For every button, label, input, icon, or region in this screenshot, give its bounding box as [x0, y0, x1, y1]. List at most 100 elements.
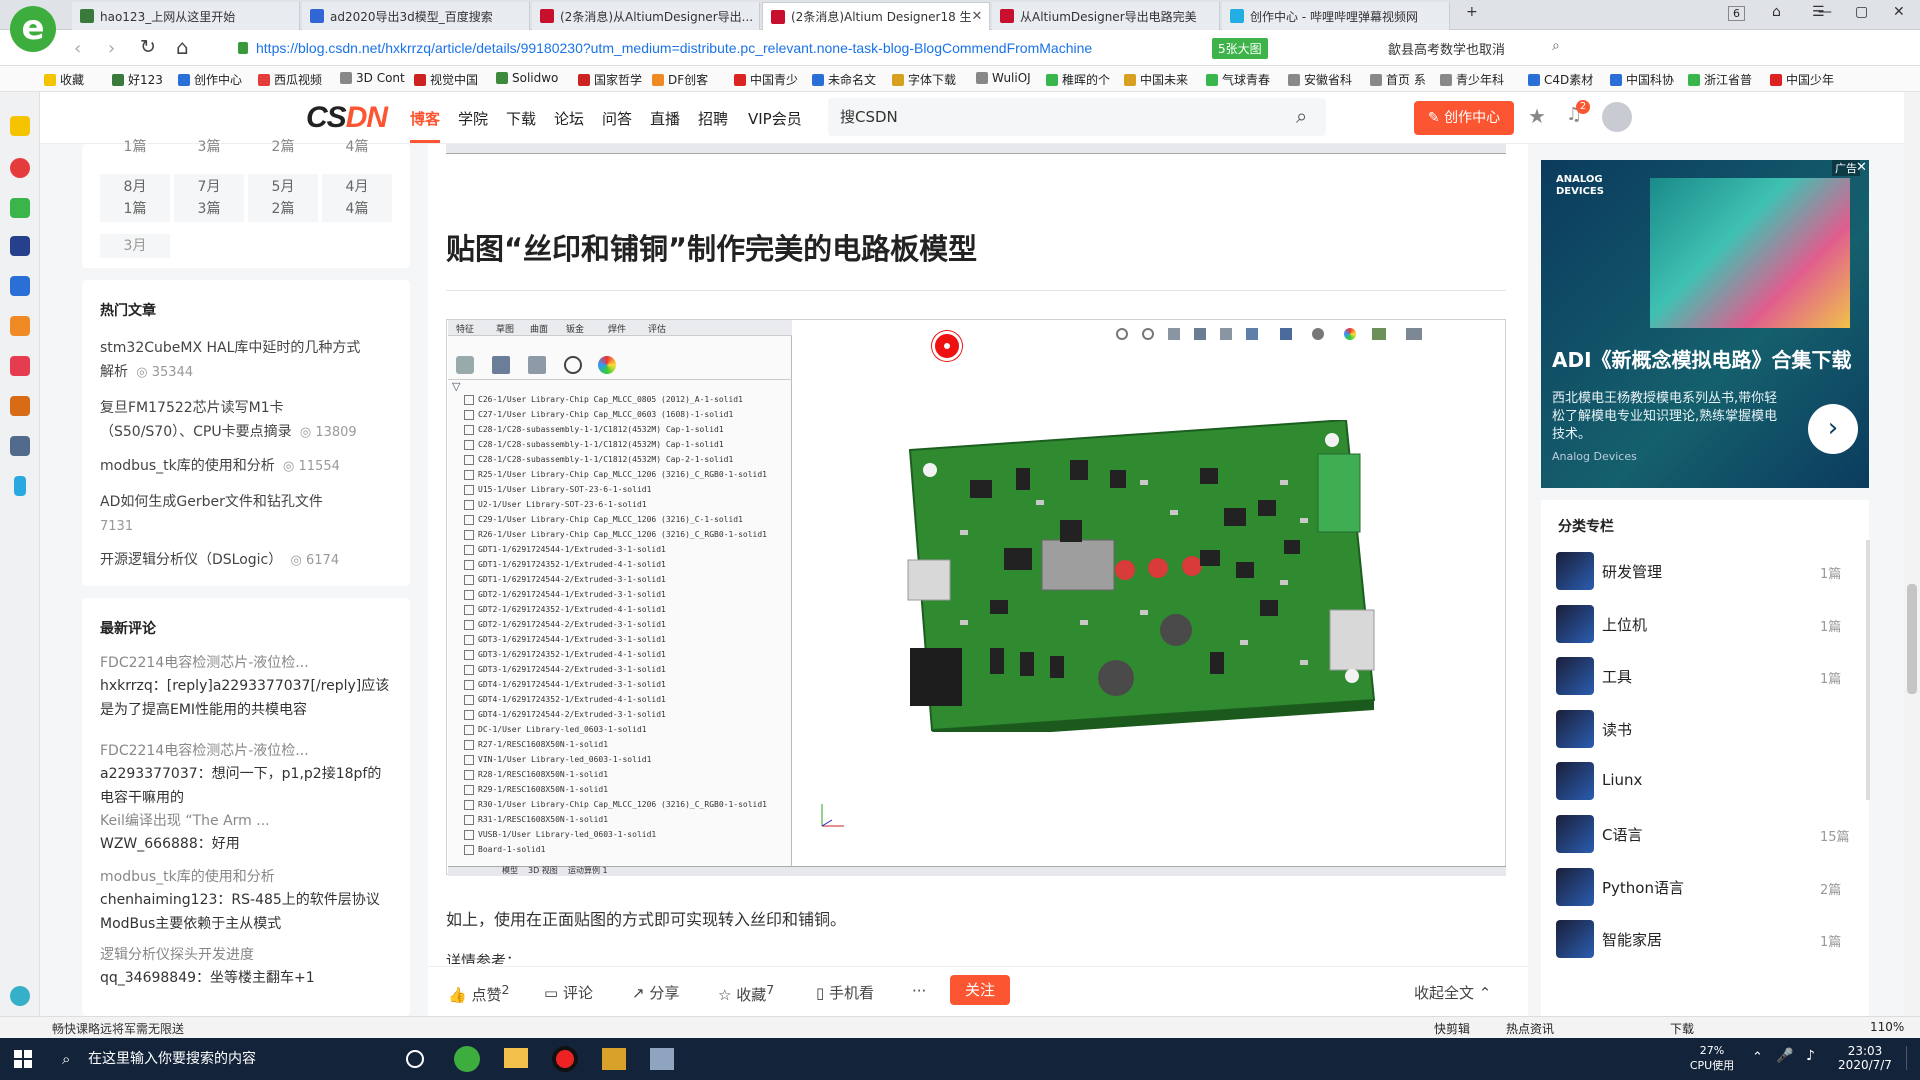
- comment-source-link[interactable]: FDC2214电容检测芯片-液位检...: [100, 740, 309, 762]
- hot-article-title-cont[interactable]: 7131: [100, 519, 133, 534]
- bookmark-item[interactable]: WuliOJ: [976, 71, 1031, 85]
- sidebar-bottom-icon[interactable]: [10, 986, 30, 1006]
- mail-icon[interactable]: [10, 198, 30, 218]
- share-button[interactable]: ↗ 分享: [632, 982, 679, 1003]
- nav-jobs[interactable]: 招聘: [698, 108, 728, 129]
- page-scrollbar[interactable]: [1904, 92, 1920, 1016]
- nav-forum[interactable]: 论坛: [554, 108, 584, 129]
- maximize-icon[interactable]: ▢: [1855, 4, 1868, 20]
- bookmark-item[interactable]: 3D Cont: [340, 71, 405, 85]
- archive-count[interactable]: 4篇: [322, 136, 392, 156]
- tab-csdn-active[interactable]: (2条消息)Altium Designer18 生 ✕: [762, 2, 990, 30]
- hot-article-item[interactable]: AD如何生成Gerber文件和钻孔文件 7131: [100, 490, 400, 539]
- bookmark-item[interactable]: 中国少年: [1770, 71, 1834, 88]
- nav-qa[interactable]: 问答: [602, 108, 632, 129]
- hot-article-title-cont[interactable]: 解析: [100, 364, 128, 380]
- category-name[interactable]: Liunx: [1602, 771, 1642, 789]
- back-icon[interactable]: ‹: [74, 38, 81, 59]
- create-center-button[interactable]: ✎ 创作中心: [1414, 101, 1514, 135]
- show-desktop-button[interactable]: [1906, 1046, 1916, 1070]
- hot-article-title-cont[interactable]: （S50/S70）、CPU卡要点摘录: [100, 424, 292, 440]
- hot-article-title[interactable]: 开源逻辑分析仪（DSLogic）: [100, 552, 282, 568]
- status-download[interactable]: 下载: [1670, 1020, 1694, 1037]
- more-button[interactable]: ···: [912, 982, 926, 1000]
- category-name[interactable]: 读书: [1602, 719, 1632, 740]
- news-icon[interactable]: [10, 236, 30, 256]
- tray-chevron-icon[interactable]: ⌃: [1752, 1050, 1763, 1065]
- archive-count[interactable]: 1篇: [100, 136, 170, 156]
- bookmark-item[interactable]: 稚晖的个: [1046, 71, 1110, 88]
- nav-college[interactable]: 学院: [458, 108, 488, 129]
- recorder-icon[interactable]: [552, 1046, 578, 1072]
- cortana-icon[interactable]: [406, 1050, 424, 1068]
- hot-article-title[interactable]: 复旦FM17522芯片读写M1卡: [100, 400, 284, 416]
- category-scrollbar[interactable]: [1866, 540, 1870, 800]
- category-name[interactable]: 智能家居: [1602, 929, 1662, 950]
- page-scrollbar-thumb[interactable]: [1907, 584, 1917, 694]
- reload-icon[interactable]: ↻: [140, 36, 156, 58]
- bookmark-item[interactable]: 收藏: [44, 71, 84, 88]
- bookmark-item[interactable]: 中国科协: [1610, 71, 1674, 88]
- bookmark-item[interactable]: 国家哲学: [578, 71, 642, 88]
- bookmark-item[interactable]: 字体下载: [892, 71, 956, 88]
- status-quick-clip[interactable]: 快剪辑: [1434, 1020, 1470, 1037]
- hot-article-title[interactable]: AD如何生成Gerber文件和钻孔文件: [100, 494, 323, 510]
- comment-source-link[interactable]: Keil编译出现 “The Arm ...: [100, 810, 270, 832]
- bookmark-item[interactable]: 青少年科: [1440, 71, 1504, 88]
- nav-vip[interactable]: VIP会员: [748, 108, 802, 129]
- comment-source-link[interactable]: modbus_tk库的使用和分析: [100, 866, 275, 888]
- file-explorer-icon[interactable]: [504, 1048, 528, 1068]
- app-icon[interactable]: [10, 356, 30, 376]
- game-icon[interactable]: [10, 316, 30, 336]
- star-icon[interactable]: ★: [1528, 104, 1546, 128]
- category-name[interactable]: 研发管理: [1602, 561, 1662, 582]
- game2-icon[interactable]: [10, 396, 30, 416]
- bookmark-item[interactable]: 安徽省科: [1288, 71, 1352, 88]
- comment-button[interactable]: ▭ 评论: [544, 982, 593, 1003]
- hot-article-title[interactable]: stm32CubeMX HAL库中延时的几种方式: [100, 340, 360, 356]
- bookmark-item[interactable]: 首页 系: [1370, 71, 1426, 88]
- home-icon[interactable]: ⌂: [176, 35, 189, 59]
- csdn-search-input[interactable]: 搜CSDN: [828, 98, 1326, 136]
- tab-csdn-3[interactable]: 从AltiumDesigner导出电路完美: [992, 2, 1220, 30]
- archive-count[interactable]: 2篇: [248, 136, 318, 156]
- nav-live[interactable]: 直播: [650, 108, 680, 129]
- new-tab-button[interactable]: +: [1466, 4, 1478, 20]
- hot-article-item[interactable]: 开源逻辑分析仪（DSLogic） ◎ 6174: [100, 548, 400, 573]
- hot-article-item[interactable]: stm32CubeMX HAL库中延时的几种方式 解析 ◎ 35344: [100, 336, 400, 385]
- comment-source-link[interactable]: FDC2214电容检测芯片-液位检...: [100, 652, 309, 674]
- category-name[interactable]: 工具: [1602, 666, 1632, 687]
- close-tab-icon[interactable]: ✕: [972, 9, 983, 24]
- collect-button[interactable]: ☆ 收藏7: [718, 982, 774, 1005]
- hot-article-item[interactable]: modbus_tk库的使用和分析 ◎ 11554: [100, 454, 400, 479]
- browser-taskbar-icon[interactable]: [454, 1046, 480, 1072]
- search-icon[interactable]: ⌕: [1296, 104, 1307, 128]
- bookmark-item[interactable]: C4D素材: [1528, 71, 1593, 88]
- weibo-icon[interactable]: [10, 158, 30, 178]
- bookmark-item[interactable]: 创作中心: [178, 71, 242, 88]
- search-icon[interactable]: ⌕: [1552, 38, 1560, 54]
- follow-button[interactable]: 关注: [950, 975, 1010, 1005]
- game3-icon[interactable]: [10, 436, 30, 456]
- bookmark-item[interactable]: 未命名文: [812, 71, 876, 88]
- comment-source-link[interactable]: 逻辑分析仪探头开发进度: [100, 944, 254, 966]
- status-zoom[interactable]: 110%: [1870, 1020, 1904, 1034]
- tab-hao123[interactable]: hao123_上网从这里开始: [72, 2, 300, 30]
- bookmark-item[interactable]: 中国青少: [734, 71, 798, 88]
- browser-logo-icon[interactable]: e: [10, 6, 56, 52]
- category-name[interactable]: Python语言: [1602, 877, 1684, 898]
- bookmark-item[interactable]: 中国未来: [1124, 71, 1188, 88]
- doc-icon[interactable]: [10, 276, 30, 296]
- clock[interactable]: 23:03 2020/7/7: [1830, 1044, 1900, 1072]
- mobile-view-button[interactable]: ▯ 手机看: [816, 982, 874, 1003]
- nav-blog[interactable]: 博客: [410, 108, 440, 129]
- url-field[interactable]: https://blog.csdn.net/hxkrrzq/article/de…: [256, 35, 1224, 61]
- bookmark-item[interactable]: 浙江省普: [1688, 71, 1752, 88]
- avatar[interactable]: [1602, 102, 1632, 132]
- ad-arrow-icon[interactable]: ›: [1808, 404, 1858, 454]
- close-window-icon[interactable]: ✕: [1893, 4, 1905, 20]
- bookmark-item[interactable]: 视觉中国: [414, 71, 478, 88]
- search-suggestion[interactable]: 歙县高考数学也取消: [1388, 39, 1505, 58]
- tab-csdn-1[interactable]: (2条消息)从AltiumDesigner导出...: [532, 2, 760, 30]
- altium-icon[interactable]: [602, 1048, 626, 1070]
